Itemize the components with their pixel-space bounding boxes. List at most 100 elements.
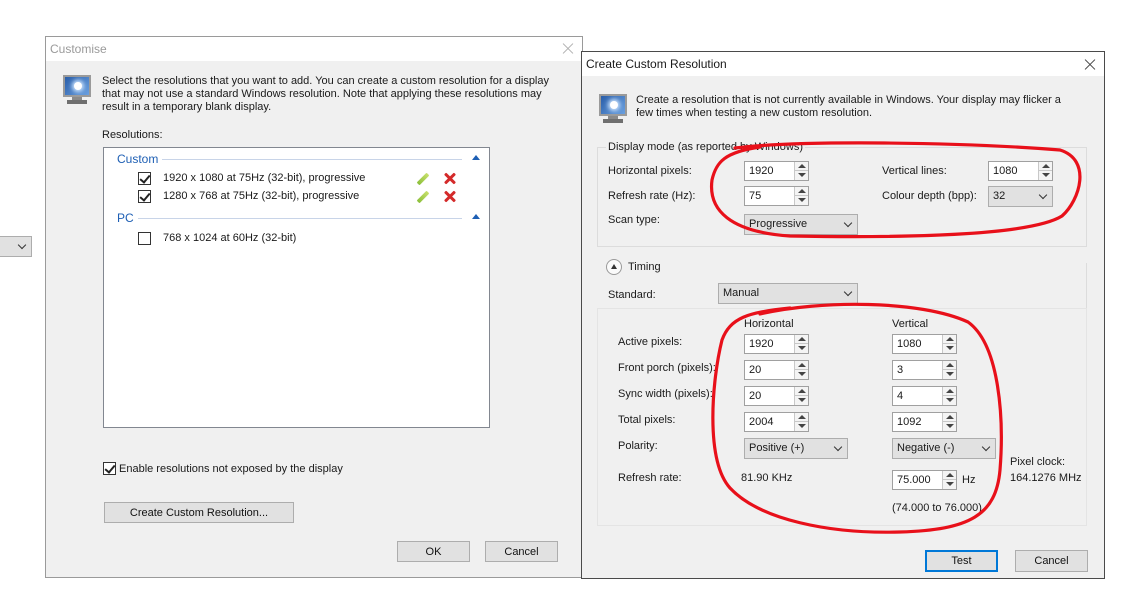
active-pixels-h-input[interactable]: 1920: [744, 334, 809, 354]
customise-titlebar: Customise: [46, 37, 582, 61]
spinner-icon[interactable]: [794, 413, 808, 431]
horizontal-column-header: Horizontal: [744, 318, 794, 330]
create-custom-resolution-button[interactable]: Create Custom Resolution...: [104, 502, 294, 523]
chevron-down-icon: [17, 240, 27, 250]
front-porch-h-value: 20: [749, 364, 762, 376]
collapse-custom-icon[interactable]: [472, 155, 480, 160]
vertical-refresh-input[interactable]: 75.000: [892, 470, 957, 490]
group-header-pc[interactable]: PC: [117, 211, 134, 225]
scan-type-value: Progressive: [749, 218, 808, 230]
customise-title: Customise: [50, 42, 107, 56]
resolution-checkbox[interactable]: [138, 190, 151, 203]
polarity-v-select[interactable]: Negative (-): [892, 438, 996, 459]
edit-pencil-icon[interactable]: [416, 172, 430, 186]
scan-type-select[interactable]: Progressive: [744, 214, 858, 235]
ccr-titlebar: Create Custom Resolution: [582, 52, 1104, 76]
ok-button[interactable]: OK: [397, 541, 470, 562]
polarity-label: Polarity:: [618, 440, 658, 452]
refresh-rate-input[interactable]: 75: [744, 186, 809, 206]
polarity-v-value: Negative (-): [897, 442, 955, 454]
spinner-icon[interactable]: [794, 162, 808, 180]
refresh-rate-timing-label: Refresh rate:: [618, 472, 682, 484]
colour-depth-select[interactable]: 32: [988, 186, 1053, 207]
cancel-button[interactable]: Cancel: [485, 541, 558, 562]
front-porch-v-input[interactable]: 3: [892, 360, 957, 380]
sync-width-label: Sync width (pixels):: [618, 388, 713, 400]
total-pixels-v-input[interactable]: 1092: [892, 412, 957, 432]
refresh-rate-label: Refresh rate (Hz):: [608, 190, 696, 202]
monitor-icon: [598, 94, 628, 124]
horizontal-pixels-label: Horizontal pixels:: [608, 165, 692, 177]
display-mode-label: Display mode (as reported by Windows): [606, 141, 806, 153]
sync-width-v-input[interactable]: 4: [892, 386, 957, 406]
spinner-icon[interactable]: [942, 361, 956, 379]
sync-width-h-value: 20: [749, 390, 762, 402]
standard-select[interactable]: Manual: [718, 283, 858, 304]
sync-width-v-value: 4: [897, 390, 904, 402]
horizontal-pixels-input[interactable]: 1920: [744, 161, 809, 181]
refresh-rate-value: 75: [749, 190, 762, 202]
resolution-item-label: 1920 x 1080 at 75Hz (32-bit), progressiv…: [163, 172, 366, 184]
cancel-button[interactable]: Cancel: [1015, 550, 1088, 572]
active-pixels-v-input[interactable]: 1080: [892, 334, 957, 354]
spinner-icon[interactable]: [794, 187, 808, 205]
group-header-custom[interactable]: Custom: [117, 152, 158, 166]
front-porch-v-value: 3: [897, 364, 904, 376]
total-pixels-v-value: 1092: [897, 416, 922, 428]
total-pixels-h-input[interactable]: 2004: [744, 412, 809, 432]
sync-width-h-input[interactable]: 20: [744, 386, 809, 406]
resolution-checkbox[interactable]: [138, 172, 151, 185]
resolution-checkbox[interactable]: [138, 232, 151, 245]
pixel-clock-label: Pixel clock:: [1010, 456, 1066, 468]
chevron-down-icon: [1038, 190, 1048, 200]
vertical-refresh-value: 75.000: [897, 474, 931, 486]
enable-resolutions-label: Enable resolutions not exposed by the di…: [119, 463, 343, 475]
group-divider: [162, 159, 462, 160]
standard-value: Manual: [723, 287, 760, 299]
delete-icon[interactable]: [443, 171, 457, 185]
resolutions-list[interactable]: Custom 1920 x 1080 at 75Hz (32-bit), pro…: [103, 147, 490, 428]
spinner-icon[interactable]: [942, 335, 956, 353]
enable-resolutions-checkbox[interactable]: [103, 462, 116, 475]
hz-unit-label: Hz: [962, 474, 976, 486]
chevron-down-icon: [843, 218, 853, 228]
spinner-icon[interactable]: [942, 413, 956, 431]
collapse-pc-icon[interactable]: [472, 214, 480, 219]
spinner-icon[interactable]: [942, 471, 956, 489]
refresh-range-label: (74.000 to 76.000): [892, 502, 982, 514]
front-porch-h-input[interactable]: 20: [744, 360, 809, 380]
pixel-clock-value: 164.1276 MHz: [1010, 472, 1082, 484]
close-icon[interactable]: [557, 38, 579, 60]
active-pixels-h-value: 1920: [749, 338, 774, 350]
spinner-icon[interactable]: [1038, 162, 1052, 180]
customise-window: Customise Select the resolutions that yo…: [45, 36, 583, 578]
partial-dropdown[interactable]: [0, 236, 32, 257]
active-pixels-label: Active pixels:: [618, 336, 683, 348]
chevron-down-icon: [981, 442, 991, 452]
spinner-icon[interactable]: [794, 361, 808, 379]
close-icon[interactable]: [1079, 54, 1101, 76]
colour-depth-label: Colour depth (bpp):: [882, 190, 977, 202]
standard-label: Standard:: [608, 289, 656, 301]
chevron-down-icon: [833, 442, 843, 452]
total-pixels-h-value: 2004: [749, 416, 774, 428]
spinner-icon[interactable]: [794, 335, 808, 353]
polarity-h-select[interactable]: Positive (+): [744, 438, 848, 459]
spinner-icon[interactable]: [794, 387, 808, 405]
monitor-icon: [62, 75, 92, 105]
vertical-lines-input[interactable]: 1080: [988, 161, 1053, 181]
delete-icon[interactable]: [443, 189, 457, 203]
spinner-icon[interactable]: [942, 387, 956, 405]
horizontal-refresh-value: 81.90 KHz: [741, 472, 793, 484]
scan-type-label: Scan type:: [608, 214, 660, 226]
test-button[interactable]: Test: [925, 550, 998, 572]
resolution-item-label: 1280 x 768 at 75Hz (32-bit), progressive: [163, 190, 360, 202]
active-pixels-v-value: 1080: [897, 338, 922, 350]
customise-intro: Select the resolutions that you want to …: [102, 75, 549, 113]
front-porch-label: Front porch (pixels):: [618, 362, 716, 374]
chevron-down-icon: [843, 287, 853, 297]
polarity-h-value: Positive (+): [749, 442, 805, 454]
vertical-column-header: Vertical: [892, 318, 929, 330]
edit-pencil-icon[interactable]: [416, 190, 430, 204]
create-custom-resolution-window: Create Custom Resolution Create a resolu…: [581, 51, 1105, 579]
